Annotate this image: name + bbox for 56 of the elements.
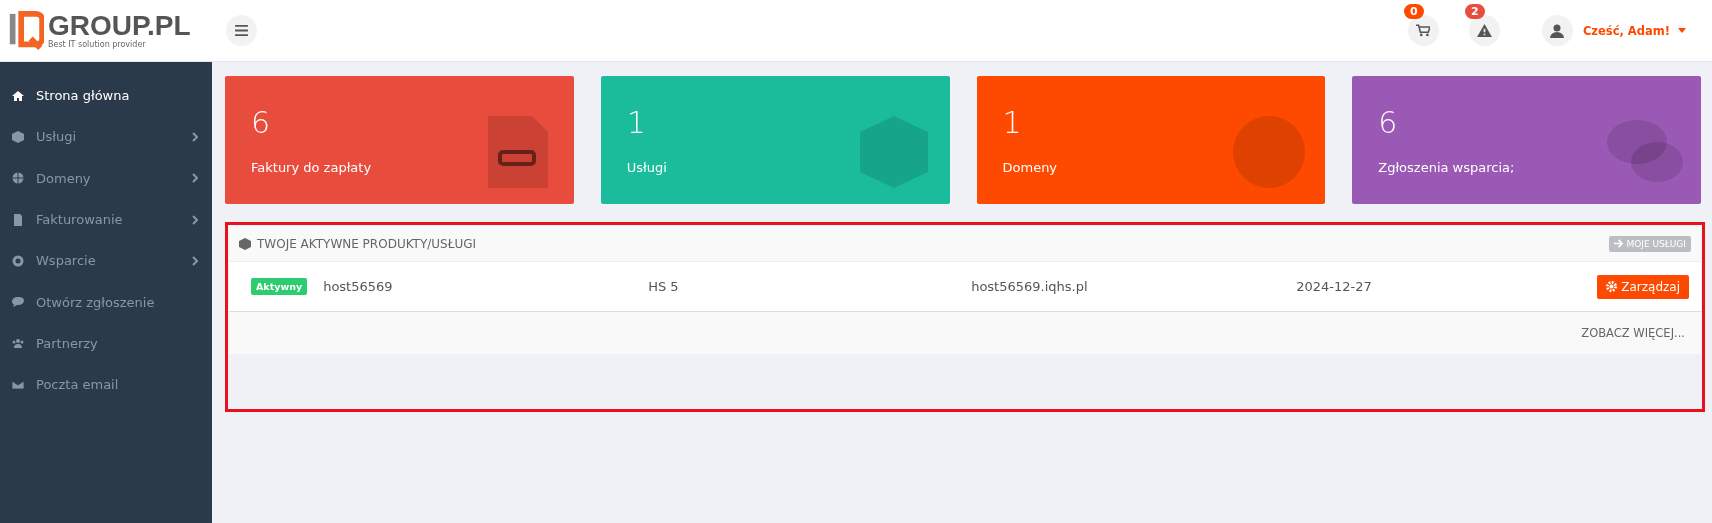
sidebar-item[interactable]: Partnerzy: [0, 322, 212, 365]
chevron-right-icon: [192, 131, 198, 142]
nav-icon: [12, 172, 24, 185]
stat-value: 6: [251, 106, 272, 140]
cart-icon: [1416, 24, 1431, 37]
table-cell-text: HS 5: [648, 279, 680, 294]
menu-icon: [235, 25, 248, 36]
avatar-icon: [1541, 15, 1573, 46]
sidebar-item[interactable]: Domeny: [0, 157, 212, 199]
stat-value: 1: [626, 106, 647, 140]
caret-icon: [1678, 28, 1686, 33]
menu-button[interactable]: [226, 15, 257, 46]
nav-icon: [12, 296, 24, 309]
chevron-right-icon: [192, 173, 198, 184]
sidebar-item[interactable]: Usługi: [0, 116, 212, 158]
gear-icon: [1606, 281, 1618, 292]
nav-icon: [12, 130, 24, 143]
arrow-right-icon: [1614, 239, 1624, 248]
stat-card[interactable]: 6 Faktury do zapłaty: [225, 76, 574, 204]
stat-value: 6: [1378, 106, 1399, 140]
nav-icon: [12, 337, 24, 350]
sidebar-item[interactable]: Wsparcie: [0, 240, 212, 282]
stat-label: Usługi: [626, 160, 668, 175]
logo-name: GROUP.PL: [48, 12, 191, 40]
table-cell-text: host56569: [323, 279, 394, 294]
table-cell-text: host56569.iqhs.pl: [971, 279, 1089, 294]
stat-value: 1: [1002, 106, 1023, 140]
warning-icon: [1476, 24, 1492, 37]
stat-label: Zgłoszenia wsparcia;: [1378, 160, 1516, 175]
nav-icon: [12, 254, 24, 267]
sidebar-item[interactable]: Poczta email: [0, 364, 212, 406]
logo-tagline: Best IT solution provider: [48, 40, 147, 49]
stat-label: Domeny: [1002, 160, 1059, 175]
stat-label: Faktury do zapłaty: [251, 160, 373, 175]
status-badge: Aktywny: [251, 278, 308, 295]
nav-icon: [12, 378, 24, 391]
stat-card[interactable]: 1 Domeny: [976, 76, 1326, 204]
alerts-count-badge: 2: [1464, 4, 1485, 19]
manage-button[interactable]: Zarządzaj: [1597, 274, 1689, 299]
sidebar-item[interactable]: Strona główna: [0, 75, 212, 117]
chevron-right-icon: [192, 214, 198, 225]
see-more-link[interactable]: ZOBACZ WIĘCEJ...: [1581, 326, 1685, 340]
sidebar-item[interactable]: Otwórz zgłoszenie: [0, 281, 212, 323]
sidebar-item[interactable]: Fakturowanie: [0, 198, 212, 241]
chevron-right-icon: [192, 255, 198, 266]
nav-icon: [12, 213, 24, 226]
stat-card[interactable]: 6 Zgłoszenia wsparcia;: [1352, 76, 1701, 204]
nav-icon: [12, 89, 24, 102]
alerts-button[interactable]: [1468, 15, 1500, 46]
box-icon: [239, 237, 251, 250]
cart-button[interactable]: [1407, 15, 1439, 46]
stat-card[interactable]: 1 Usługi: [600, 76, 950, 204]
user-menu-button[interactable]: Cześć, Adam!: [1576, 22, 1692, 39]
table-cell-text: 2024-12-27: [1296, 279, 1373, 294]
cart-count-badge: 0: [1403, 4, 1424, 19]
panel-title: TWOJE AKTYWNE PRODUKTY/USŁUGI: [257, 236, 478, 251]
